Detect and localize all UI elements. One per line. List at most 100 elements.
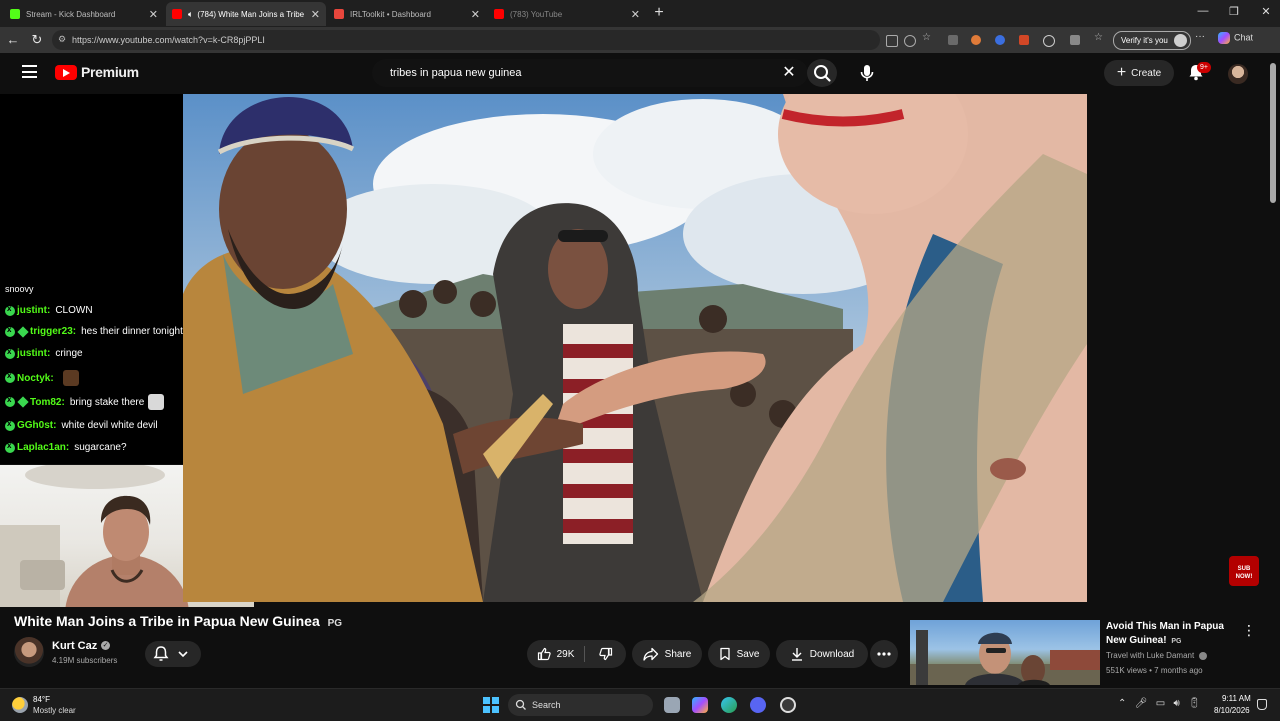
verify-profile-button[interactable]: Verify it's you (1113, 31, 1191, 50)
recommended-video-thumbnail[interactable] (910, 620, 1100, 685)
create-button[interactable]: + Create (1104, 60, 1174, 86)
restore-icon[interactable]: ❐ (1224, 5, 1244, 18)
chat-message: Laplac1an: sugarcane? (5, 441, 127, 453)
copilot-icon[interactable] (692, 697, 708, 713)
microphone-icon (860, 65, 874, 81)
like-button[interactable]: 29K (527, 640, 584, 668)
extensions-puzzle-icon[interactable] (1070, 35, 1080, 45)
scrollbar-thumb[interactable] (1270, 63, 1276, 203)
tab-kick-dashboard[interactable]: Stream - Kick Dashboard ✕ (4, 2, 164, 26)
discord-icon[interactable] (750, 697, 766, 713)
search-input[interactable]: tribes in papua new guinea (372, 59, 808, 87)
thumbnail-image (910, 630, 1100, 685)
chat-message: Tom82: bring stake there (5, 394, 165, 410)
clock-date[interactable]: 8/10/2026 (1214, 706, 1250, 715)
task-view-icon[interactable] (664, 697, 680, 713)
reload-icon[interactable]: ↻ (28, 31, 46, 49)
account-avatar[interactable] (1228, 64, 1248, 84)
like-count: 29K (556, 648, 575, 660)
kick-badge-icon (5, 304, 15, 316)
chat-username: Noctyk: (17, 372, 54, 384)
thumbs-up-icon (537, 647, 551, 661)
subscriber-badge-icon (17, 396, 29, 408)
more-menu-icon[interactable]: ··· (1195, 31, 1205, 42)
windows-start-icon[interactable] (483, 697, 499, 713)
address-bar[interactable]: ⚙ https://www.youtube.com/watch?v=k-CR8p… (52, 30, 880, 50)
youtube-header: Premium tribes in papua new guinea ✕ + C… (0, 53, 1280, 94)
kick-badge-icon (5, 371, 15, 383)
close-tab-icon[interactable]: ✕ (311, 8, 320, 21)
browser-toolbar: ← ↻ ⚙ https://www.youtube.com/watch?v=k-… (0, 27, 1280, 53)
tab-irltoolkit[interactable]: IRLToolkit • Dashboard ✕ (328, 2, 486, 26)
video-frame (183, 94, 1087, 602)
extension-shield-icon[interactable] (948, 35, 958, 45)
new-tab-button[interactable]: + (650, 4, 668, 22)
copilot-icon (1218, 32, 1230, 44)
url-text: https://www.youtube.com/watch?v=k-CR8pjP… (72, 35, 265, 45)
extension-refresh-icon[interactable] (1043, 35, 1055, 47)
bookmark-star-icon[interactable]: ☆ (922, 32, 932, 43)
extension-blue-icon[interactable] (995, 35, 1005, 45)
speaker-icon[interactable]: 🔈︎ (188, 9, 193, 20)
content-rating: PG (327, 618, 343, 629)
chat-username: trigger23: (30, 326, 77, 337)
share-button[interactable]: Share (632, 640, 702, 668)
subscribe-now-watermark[interactable]: SUB NOW! (1229, 556, 1259, 586)
zoom-icon[interactable] (904, 35, 916, 47)
taskbar-search[interactable]: Search (508, 694, 653, 716)
save-button[interactable]: Save (708, 640, 770, 668)
close-tab-icon[interactable]: ✕ (631, 8, 640, 21)
channel-name[interactable]: Kurt Caz (52, 640, 97, 652)
recommended-channel[interactable]: Travel with Luke Damant (1106, 651, 1208, 660)
tab-youtube-video[interactable]: 🔈︎ (784) White Man Joins a Tribe in Papu… (166, 2, 326, 26)
edge-browser-icon[interactable] (721, 697, 737, 713)
windows-taskbar: 84°F Mostly clear Search ⌃ 🎤︎ ▭ 🔊︎ 🔋︎ 9:… (0, 688, 1280, 721)
clock-time[interactable]: 9:11 AM (1222, 694, 1251, 703)
system-tray[interactable]: ⌃ 🎤︎ ▭ 🔊︎ 🔋︎ (1118, 698, 1201, 709)
download-label: Download (809, 648, 855, 660)
chat-message: Noctyk: (5, 370, 79, 386)
extension-download-icon[interactable] (1019, 35, 1029, 45)
video-player[interactable] (183, 94, 1087, 602)
favorites-icon[interactable]: ☆ (1094, 32, 1104, 43)
stream-chat-overlay: snoovy justint: CLOWN trigger23: hes the… (0, 282, 200, 462)
site-info-icon[interactable]: ⚙ (58, 34, 66, 45)
obs-icon[interactable] (780, 697, 796, 713)
download-button[interactable]: Download (776, 640, 868, 668)
notification-center-icon[interactable] (1257, 699, 1267, 710)
recommended-video-title[interactable]: Avoid This Man in Papua New Guinea! PG (1106, 620, 1236, 649)
subscription-notification-button[interactable] (145, 641, 201, 667)
chat-username: justint: (17, 305, 51, 316)
weather-description: Mostly clear (33, 706, 76, 715)
youtube-premium-logo[interactable]: Premium (55, 64, 139, 80)
extension-icon[interactable] (886, 35, 898, 47)
close-tab-icon[interactable]: ✕ (149, 8, 158, 21)
search-button[interactable] (807, 59, 837, 87)
channel-avatar[interactable] (14, 637, 44, 667)
dislike-button[interactable] (585, 640, 626, 668)
tab-youtube[interactable]: (783) YouTube ✕ (488, 2, 646, 26)
recommended-rating: PG (1171, 638, 1182, 645)
weather-icon[interactable] (12, 697, 28, 713)
video-title: White Man Joins a Tribe in Papua New Gui… (14, 613, 342, 629)
menu-icon[interactable] (22, 65, 37, 78)
recommended-more-icon[interactable]: ⋮ (1242, 622, 1256, 639)
clear-search-icon[interactable]: ✕ (780, 64, 798, 82)
chat-username: Laplac1an: (17, 442, 70, 453)
back-icon[interactable]: ← (4, 31, 22, 49)
voice-search-button[interactable] (852, 59, 882, 87)
chat-cut-off-line: snoovy (5, 284, 34, 294)
share-label: Share (664, 648, 692, 660)
close-tab-icon[interactable]: ✕ (471, 8, 480, 21)
recommended-channel-name: Travel with Luke Damant (1106, 651, 1195, 660)
more-actions-button[interactable] (870, 640, 898, 668)
chat-text: CLOWN (55, 305, 93, 316)
minimize-icon[interactable]: — (1193, 5, 1213, 17)
close-window-icon[interactable]: ✕ (1256, 5, 1276, 18)
extension-orange-icon[interactable] (971, 35, 981, 45)
copilot-chat-button[interactable]: Chat (1218, 32, 1253, 44)
subscriber-badge-icon (17, 325, 29, 338)
kick-favicon-icon (10, 9, 20, 19)
sub-now-line-2: NOW! (1235, 574, 1253, 580)
chat-text: cringe (55, 348, 83, 359)
